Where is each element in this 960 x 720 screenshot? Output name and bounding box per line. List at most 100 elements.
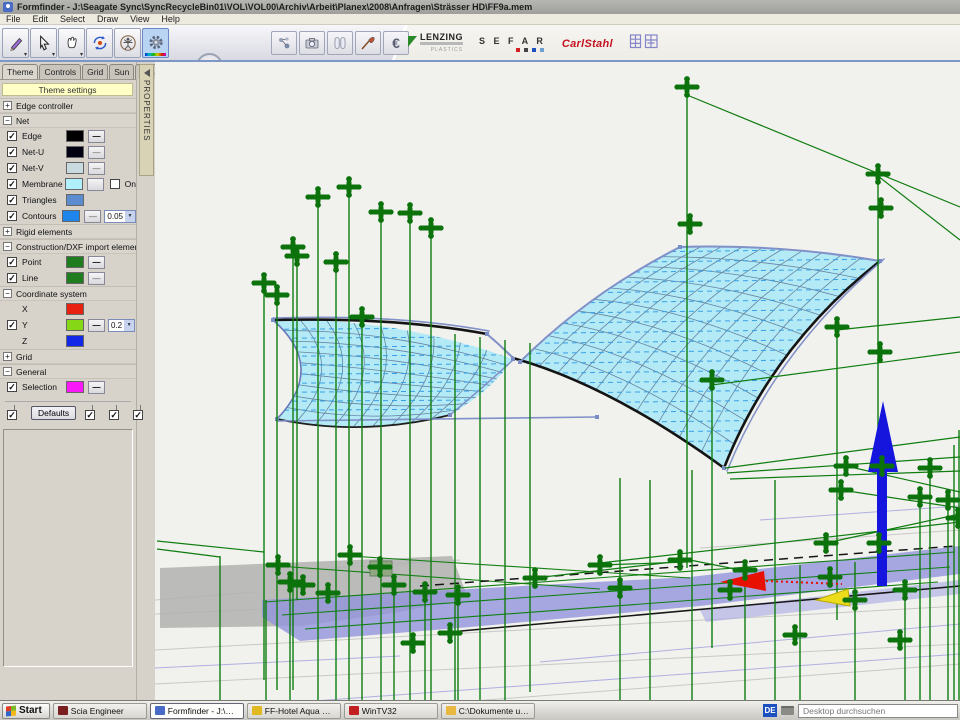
dropdown-contours[interactable]: 0.05▼ xyxy=(104,210,136,223)
defaults-checkbox-1[interactable]: ✓ xyxy=(7,410,17,420)
expand-toggle-icon[interactable]: − xyxy=(3,367,12,376)
checkbox-y[interactable]: ✓ xyxy=(7,320,17,330)
panel-tabs: ThemeControlsGridSunImages xyxy=(0,62,136,80)
checkbox-net-v[interactable]: ✓ xyxy=(7,163,17,173)
section-header-construction-dxf-import-elements[interactable]: −Construction/DXF import elements xyxy=(0,240,136,254)
menu-item-file[interactable]: File xyxy=(0,14,27,24)
section-header-coordinate-system[interactable]: −Coordinate system xyxy=(0,287,136,301)
paint-brush-button[interactable] xyxy=(355,31,381,55)
linestyle-button-edge[interactable]: — xyxy=(88,130,105,143)
checkbox-edge[interactable]: ✓ xyxy=(7,131,17,141)
orbit-rotate-button[interactable] xyxy=(86,28,113,58)
camera-button[interactable] xyxy=(299,31,325,55)
defaults-checkbox-4[interactable]: ✓ xyxy=(133,410,143,420)
linestyle-button-net-u[interactable]: — xyxy=(88,146,105,159)
color-swatch-x[interactable] xyxy=(66,303,84,315)
checkbox-point[interactable]: ✓ xyxy=(7,257,17,267)
expand-toggle-icon[interactable]: + xyxy=(3,227,12,236)
lenzing-text: LENZING xyxy=(420,33,463,42)
defaults-checkbox-2[interactable]: ✓ xyxy=(85,410,95,420)
menu-item-select[interactable]: Select xyxy=(54,14,91,24)
color-swatch-membrane[interactable] xyxy=(65,178,83,190)
row-y: ✓Y—0.2▼ xyxy=(0,317,136,333)
defaults-checkbox-3[interactable]: ✓ xyxy=(109,410,119,420)
expand-toggle-icon[interactable]: − xyxy=(3,289,12,298)
checkbox-membrane[interactable]: ✓ xyxy=(7,179,17,189)
menu-item-edit[interactable]: Edit xyxy=(27,14,55,24)
menu-item-help[interactable]: Help xyxy=(155,14,186,24)
pan-hand-button[interactable]: ▾ xyxy=(58,28,85,58)
checkbox-line[interactable]: ✓ xyxy=(7,273,17,283)
printer-icon[interactable] xyxy=(781,706,794,715)
draw-pencil-button[interactable]: ▾ xyxy=(2,28,29,58)
theme-settings-gear-button[interactable] xyxy=(142,28,169,58)
language-indicator[interactable]: DE xyxy=(763,704,777,717)
defaults-button[interactable]: Defaults xyxy=(31,406,76,420)
expand-toggle-icon[interactable]: + xyxy=(3,101,12,110)
viewport-3d[interactable] xyxy=(155,62,960,700)
task-scia-engineer[interactable]: Scia Engineer xyxy=(53,703,147,719)
checkbox-contours[interactable]: ✓ xyxy=(7,211,17,221)
linestyle-button-y[interactable]: — xyxy=(88,319,105,332)
section-construction-dxf-import-elements: −Construction/DXF import elements✓Point—… xyxy=(0,239,136,286)
tab-controls[interactable]: Controls xyxy=(39,64,81,79)
color-swatch-y[interactable] xyxy=(66,319,84,331)
label-triangles: Triangles xyxy=(22,195,66,205)
color-swatch-contours[interactable] xyxy=(62,210,80,222)
section-title: Construction/DXF import elements xyxy=(16,242,136,252)
task-c-dokumente-und-einst[interactable]: C:\Dokumente und Einst... xyxy=(441,703,535,719)
task-wintv32[interactable]: WinTV32 xyxy=(344,703,438,719)
human-scale-button[interactable] xyxy=(114,28,141,58)
section-title: Rigid elements xyxy=(16,227,72,237)
dropdown-y[interactable]: 0.2▼ xyxy=(108,319,135,332)
tab-grid[interactable]: Grid xyxy=(82,64,108,79)
color-swatch-net-u[interactable] xyxy=(66,146,84,158)
expand-toggle-icon[interactable]: + xyxy=(3,352,12,361)
color-swatch-line[interactable] xyxy=(66,272,84,284)
section-header-edge-controller[interactable]: + Edge controller xyxy=(0,99,136,113)
linestyle-button-selection[interactable]: — xyxy=(88,381,105,394)
checkbox-net-u[interactable]: ✓ xyxy=(7,147,17,157)
tab-theme[interactable]: Theme xyxy=(2,64,38,79)
section-header-rigid-elements[interactable]: + Rigid elements xyxy=(0,225,136,239)
color-swatch-point[interactable] xyxy=(66,256,84,268)
properties-tab-strip[interactable]: PROPERTIES xyxy=(139,64,154,176)
chevron-down-icon: ▾ xyxy=(52,51,55,58)
section-header-general[interactable]: −General xyxy=(0,365,136,379)
task-ff-hotel-aqua-screensh[interactable]: FF-Hotel Aqua Screensh... xyxy=(247,703,341,719)
linestyle-button-contours[interactable]: — xyxy=(84,210,101,223)
molecule-snapshot-button[interactable] xyxy=(271,31,297,55)
select-cursor-button[interactable]: ▾ xyxy=(30,28,57,58)
linestyle-button-membrane[interactable] xyxy=(87,178,104,191)
checkbox-membrane-on[interactable] xyxy=(110,179,120,189)
expand-toggle-icon[interactable]: − xyxy=(3,116,12,125)
desktop-search-input[interactable]: Desktop durchsuchen xyxy=(798,704,958,718)
linestyle-button-point[interactable]: — xyxy=(88,256,105,269)
checkbox-selection[interactable]: ✓ xyxy=(7,382,17,392)
expand-toggle-icon[interactable]: − xyxy=(3,242,12,251)
section-header-grid[interactable]: +Grid xyxy=(0,350,136,364)
start-button[interactable]: Start xyxy=(2,703,50,719)
color-swatch-z[interactable] xyxy=(66,335,84,347)
play-formfinding-button[interactable] xyxy=(196,53,223,62)
tab-sun[interactable]: Sun xyxy=(109,64,134,79)
menu-item-draw[interactable]: Draw xyxy=(91,14,124,24)
title-bar[interactable]: Formfinder - J:\Seagate Sync\SyncRecycle… xyxy=(0,0,960,14)
material-spools-button[interactable] xyxy=(327,31,353,55)
color-swatch-net-v[interactable] xyxy=(66,162,84,174)
tv-icon xyxy=(349,706,359,715)
scene-canvas[interactable] xyxy=(155,62,960,700)
menu-item-view[interactable]: View xyxy=(124,14,155,24)
checkbox-triangles[interactable]: ✓ xyxy=(7,195,17,205)
linestyle-button-line[interactable]: — xyxy=(88,272,105,285)
color-swatch-edge[interactable] xyxy=(66,130,84,142)
euro-cost-button[interactable]: € xyxy=(383,31,409,55)
linestyle-button-net-v[interactable]: — xyxy=(88,162,105,175)
color-swatch-selection[interactable] xyxy=(66,381,84,393)
section-title: Edge controller xyxy=(16,101,73,111)
task-formfinder-j-seaga[interactable]: Formfinder - J:\Seaga... xyxy=(150,703,244,719)
section-header-net[interactable]: −Net xyxy=(0,114,136,128)
color-swatch-triangles[interactable] xyxy=(66,194,84,206)
main-area: ThemeControlsGridSunImages Theme setting… xyxy=(0,62,960,700)
sponsor-logos: LENZING PLASTICS S E F A R CarlStahl xyxy=(408,29,659,59)
